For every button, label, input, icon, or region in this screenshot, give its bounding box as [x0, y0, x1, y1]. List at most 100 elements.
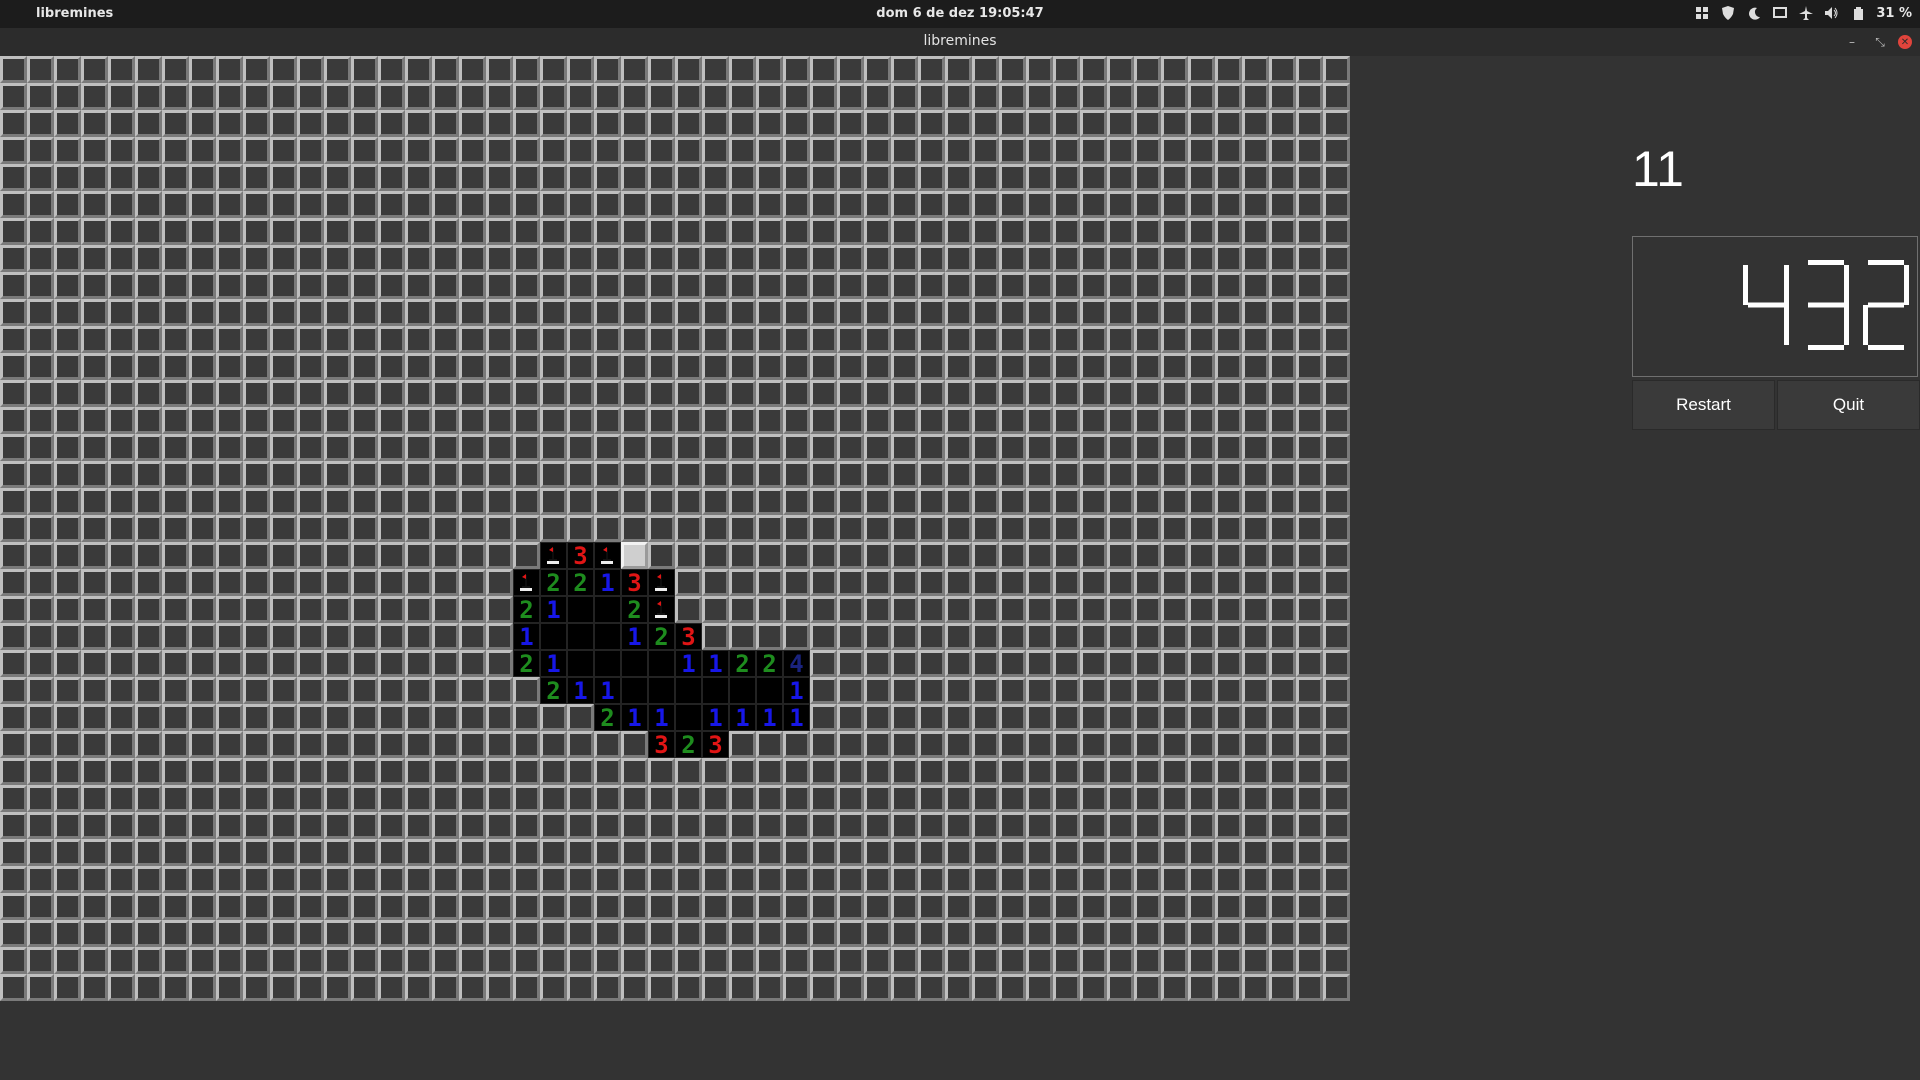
unrevealed-cell[interactable]: [189, 461, 216, 488]
unrevealed-cell[interactable]: [1242, 758, 1269, 785]
unrevealed-cell[interactable]: [81, 353, 108, 380]
unrevealed-cell[interactable]: [648, 110, 675, 137]
revealed-empty-cell[interactable]: [729, 677, 756, 704]
unrevealed-cell[interactable]: [513, 218, 540, 245]
unrevealed-cell[interactable]: [1026, 704, 1053, 731]
unrevealed-cell[interactable]: [135, 137, 162, 164]
unrevealed-cell[interactable]: [1188, 380, 1215, 407]
unrevealed-cell[interactable]: [297, 839, 324, 866]
unrevealed-cell[interactable]: [0, 407, 27, 434]
unrevealed-cell[interactable]: [999, 650, 1026, 677]
unrevealed-cell[interactable]: [27, 407, 54, 434]
unrevealed-cell[interactable]: [1080, 110, 1107, 137]
unrevealed-cell[interactable]: [729, 245, 756, 272]
unrevealed-cell[interactable]: [1323, 731, 1350, 758]
unrevealed-cell[interactable]: [1161, 785, 1188, 812]
unrevealed-cell[interactable]: [783, 893, 810, 920]
unrevealed-cell[interactable]: [621, 434, 648, 461]
revealed-number-cell[interactable]: 1: [783, 677, 810, 704]
unrevealed-cell[interactable]: [432, 542, 459, 569]
unrevealed-cell[interactable]: [999, 137, 1026, 164]
unrevealed-cell[interactable]: [999, 461, 1026, 488]
unrevealed-cell[interactable]: [1134, 407, 1161, 434]
unrevealed-cell[interactable]: [1215, 56, 1242, 83]
unrevealed-cell[interactable]: [243, 461, 270, 488]
unrevealed-cell[interactable]: [1296, 434, 1323, 461]
unrevealed-cell[interactable]: [918, 839, 945, 866]
unrevealed-cell[interactable]: [0, 920, 27, 947]
unrevealed-cell[interactable]: [351, 758, 378, 785]
unrevealed-cell[interactable]: [270, 380, 297, 407]
unrevealed-cell[interactable]: [81, 569, 108, 596]
unrevealed-cell[interactable]: [0, 731, 27, 758]
unrevealed-cell[interactable]: [675, 542, 702, 569]
unrevealed-cell[interactable]: [135, 650, 162, 677]
unrevealed-cell[interactable]: [675, 326, 702, 353]
unrevealed-cell[interactable]: [1323, 56, 1350, 83]
unrevealed-cell[interactable]: [324, 353, 351, 380]
unrevealed-cell[interactable]: [1269, 866, 1296, 893]
unrevealed-cell[interactable]: [756, 623, 783, 650]
unrevealed-cell[interactable]: [270, 677, 297, 704]
unrevealed-cell[interactable]: [54, 326, 81, 353]
unrevealed-cell[interactable]: [918, 56, 945, 83]
unrevealed-cell[interactable]: [1134, 623, 1161, 650]
unrevealed-cell[interactable]: [81, 785, 108, 812]
unrevealed-cell[interactable]: [945, 947, 972, 974]
unrevealed-cell[interactable]: [891, 623, 918, 650]
unrevealed-cell[interactable]: [243, 218, 270, 245]
unrevealed-cell[interactable]: [1134, 569, 1161, 596]
unrevealed-cell[interactable]: [270, 974, 297, 1001]
unrevealed-cell[interactable]: [189, 272, 216, 299]
unrevealed-cell[interactable]: [1080, 974, 1107, 1001]
unrevealed-cell[interactable]: [54, 164, 81, 191]
unrevealed-cell[interactable]: [567, 407, 594, 434]
unrevealed-cell[interactable]: [1080, 947, 1107, 974]
unrevealed-cell[interactable]: [189, 731, 216, 758]
unrevealed-cell[interactable]: [81, 731, 108, 758]
unrevealed-cell[interactable]: [891, 299, 918, 326]
revealed-number-cell[interactable]: 2: [513, 596, 540, 623]
unrevealed-cell[interactable]: [189, 218, 216, 245]
unrevealed-cell[interactable]: [108, 704, 135, 731]
unrevealed-cell[interactable]: [54, 893, 81, 920]
unrevealed-cell[interactable]: [324, 650, 351, 677]
unrevealed-cell[interactable]: [1026, 191, 1053, 218]
unrevealed-cell[interactable]: [27, 839, 54, 866]
unrevealed-cell[interactable]: [1296, 920, 1323, 947]
unrevealed-cell[interactable]: [189, 812, 216, 839]
unrevealed-cell[interactable]: [189, 515, 216, 542]
unrevealed-cell[interactable]: [1053, 542, 1080, 569]
unrevealed-cell[interactable]: [297, 731, 324, 758]
unrevealed-cell[interactable]: [594, 893, 621, 920]
unrevealed-cell[interactable]: [1107, 164, 1134, 191]
revealed-empty-cell[interactable]: [756, 677, 783, 704]
unrevealed-cell[interactable]: [783, 380, 810, 407]
unrevealed-cell[interactable]: [1296, 866, 1323, 893]
unrevealed-cell[interactable]: [837, 110, 864, 137]
unrevealed-cell[interactable]: [459, 434, 486, 461]
unrevealed-cell[interactable]: [1161, 110, 1188, 137]
unrevealed-cell[interactable]: [1323, 434, 1350, 461]
unrevealed-cell[interactable]: [432, 650, 459, 677]
unrevealed-cell[interactable]: [378, 515, 405, 542]
unrevealed-cell[interactable]: [351, 272, 378, 299]
unrevealed-cell[interactable]: [729, 515, 756, 542]
unrevealed-cell[interactable]: [108, 245, 135, 272]
unrevealed-cell[interactable]: [351, 56, 378, 83]
unrevealed-cell[interactable]: [837, 434, 864, 461]
unrevealed-cell[interactable]: [594, 245, 621, 272]
unrevealed-cell[interactable]: [243, 947, 270, 974]
unrevealed-cell[interactable]: [27, 704, 54, 731]
unrevealed-cell[interactable]: [1053, 353, 1080, 380]
unrevealed-cell[interactable]: [108, 947, 135, 974]
unrevealed-cell[interactable]: [351, 245, 378, 272]
unrevealed-cell[interactable]: [378, 623, 405, 650]
unrevealed-cell[interactable]: [324, 974, 351, 1001]
unrevealed-cell[interactable]: [1161, 623, 1188, 650]
unrevealed-cell[interactable]: [108, 785, 135, 812]
unrevealed-cell[interactable]: [162, 785, 189, 812]
unrevealed-cell[interactable]: [108, 407, 135, 434]
unrevealed-cell[interactable]: [1323, 839, 1350, 866]
unrevealed-cell[interactable]: [243, 110, 270, 137]
